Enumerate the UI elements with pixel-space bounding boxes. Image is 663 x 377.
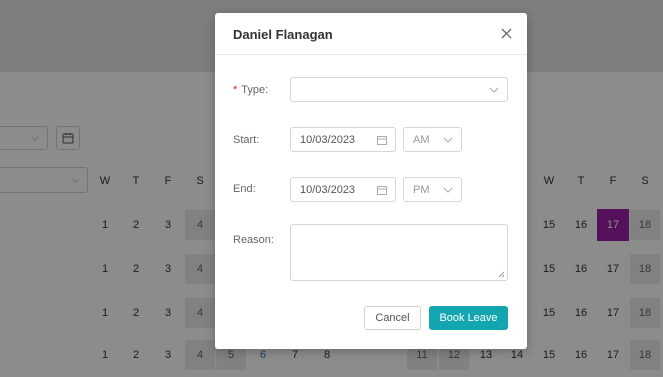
start-date-value: 10/03/2023 xyxy=(300,133,356,146)
chevron-down-icon xyxy=(489,87,499,93)
resize-handle-icon[interactable] xyxy=(498,271,505,278)
close-button[interactable] xyxy=(497,24,515,42)
dialog-header: Daniel Flanagan xyxy=(215,13,527,55)
start-label: Start: xyxy=(233,134,260,146)
dialog-title: Daniel Flanagan xyxy=(233,27,333,42)
reason-label: Reason: xyxy=(233,234,274,246)
calendar-icon xyxy=(377,135,387,145)
chevron-down-icon xyxy=(443,187,453,193)
end-period-value: PM xyxy=(413,183,430,196)
start-period-value: AM xyxy=(413,133,430,146)
type-label: * Type: xyxy=(233,84,269,96)
required-marker: * xyxy=(233,84,238,96)
close-icon xyxy=(501,28,511,38)
book-leave-dialog: Daniel Flanagan * Type: Start: 10/03/2023… xyxy=(215,13,527,349)
book-leave-button[interactable]: Book Leave xyxy=(429,306,508,330)
reason-textarea[interactable] xyxy=(290,224,508,281)
end-label: End: xyxy=(233,183,256,195)
cancel-button[interactable]: Cancel xyxy=(364,306,421,330)
end-period-select[interactable]: PM xyxy=(403,177,462,202)
start-period-select[interactable]: AM xyxy=(403,127,462,152)
end-date-input[interactable]: 10/03/2023 xyxy=(290,177,396,202)
end-date-value: 10/03/2023 xyxy=(300,183,356,196)
calendar-icon xyxy=(377,185,387,195)
type-select[interactable] xyxy=(290,77,508,102)
start-date-input[interactable]: 10/03/2023 xyxy=(290,127,396,152)
chevron-down-icon xyxy=(443,137,453,143)
